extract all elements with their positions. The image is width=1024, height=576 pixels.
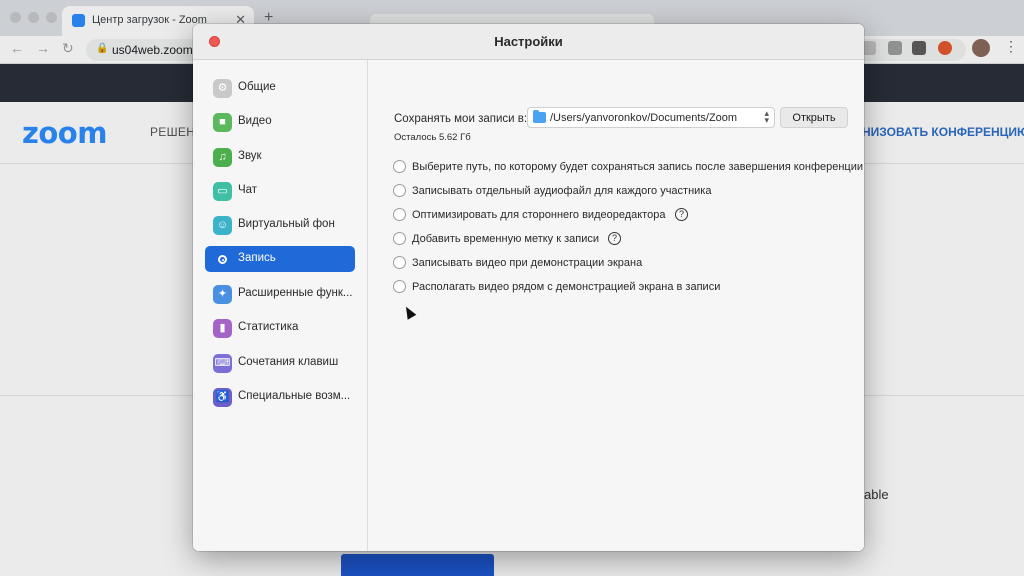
sidebar-item-keyboard-shortcuts[interactable]: ⌨ Сочетания клавиш — [205, 350, 355, 376]
advanced-features-icon: ✦ — [213, 285, 232, 304]
gear-icon: ⚙ — [213, 79, 232, 98]
video-icon: ■ — [213, 113, 232, 132]
chat-icon: ▭ — [213, 182, 232, 201]
sidebar-item-statistics[interactable]: ▮ Статистика — [205, 315, 355, 341]
option-checkbox[interactable] — [393, 280, 406, 293]
option-checkbox[interactable] — [393, 184, 406, 197]
option-checkbox[interactable] — [393, 232, 406, 245]
keyboard-icon: ⌨ — [213, 354, 232, 373]
sidebar-item-virtual-background[interactable]: ☺ Виртуальный фон — [205, 212, 355, 238]
sidebar-item-chat[interactable]: ▭ Чат — [205, 178, 355, 204]
sidebar-item-label: Общие — [238, 81, 276, 93]
sidebar-item-label: Виртуальный фон — [238, 218, 335, 230]
record-icon — [213, 250, 232, 269]
option-label: Оптимизировать для стороннего видеоредак… — [412, 209, 666, 221]
sidebar-item-video[interactable]: ■ Видео — [205, 109, 355, 135]
sidebar-item-recording[interactable]: Запись — [205, 246, 355, 272]
option-label: Располагать видео рядом с демонстрацией … — [412, 281, 721, 293]
option-label: Записывать отдельный аудиофайл для каждо… — [412, 185, 712, 197]
save-location-label: Сохранять мои записи в: — [394, 113, 528, 125]
sidebar-item-label: Чат — [238, 184, 258, 196]
help-icon[interactable]: ? — [608, 232, 621, 245]
virtual-background-icon: ☺ — [213, 216, 232, 235]
option-label: Добавить временную метку к записи — [412, 233, 600, 245]
option-checkbox[interactable] — [393, 208, 406, 221]
help-icon[interactable]: ? — [675, 208, 688, 221]
settings-sidebar: ⚙ Общие ■ Видео ♫ Звук ▭ Чат ☺ Виртуальн… — [193, 60, 368, 551]
sidebar-item-label: Расширенные функ... — [238, 287, 353, 299]
sidebar-item-advanced-features[interactable]: ✦ Расширенные функ... — [205, 281, 355, 307]
sidebar-item-general[interactable]: ⚙ Общие — [205, 75, 355, 101]
sidebar-item-label: Статистика — [238, 321, 299, 333]
sidebar-item-accessibility[interactable]: ♿ Специальные возм... — [205, 384, 355, 410]
settings-titlebar: Настройки — [193, 24, 864, 60]
statistics-icon: ▮ — [213, 319, 232, 338]
remaining-space-text: Осталось 5.62 Гб — [394, 132, 471, 143]
sidebar-item-label: Запись — [238, 252, 276, 264]
option-checkbox[interactable] — [393, 256, 406, 269]
option-label: Записывать видео при демонстрации экрана — [412, 257, 643, 269]
sidebar-item-label: Видео — [238, 115, 272, 127]
settings-title: Настройки — [494, 34, 563, 49]
sidebar-item-label: Сочетания клавиш — [238, 356, 339, 368]
sidebar-item-audio[interactable]: ♫ Звук — [205, 144, 355, 170]
sidebar-item-label: Звук — [238, 150, 262, 162]
save-path-select[interactable]: /Users/yanvoronkov/Documents/Zoom ▴ ▾ — [527, 107, 775, 128]
accessibility-icon: ♿ — [213, 388, 232, 407]
headphones-icon: ♫ — [213, 148, 232, 167]
sidebar-item-label: Специальные возм... — [238, 390, 351, 402]
recording-settings-panel: Сохранять мои записи в: /Users/yanvoronk… — [369, 60, 864, 551]
save-path-value: /Users/yanvoronkov/Documents/Zoom — [550, 112, 738, 124]
option-label: Выберите путь, по которому будет сохраня… — [412, 161, 864, 173]
settings-window: Настройки ⚙ Общие ■ Видео ♫ Звук ▭ Чат ☺… — [193, 24, 864, 551]
chevron-updown-icon: ▴ ▾ — [764, 108, 769, 125]
option-checkbox[interactable] — [393, 160, 406, 173]
open-folder-button[interactable]: Открыть — [780, 107, 848, 128]
folder-icon — [533, 110, 546, 123]
